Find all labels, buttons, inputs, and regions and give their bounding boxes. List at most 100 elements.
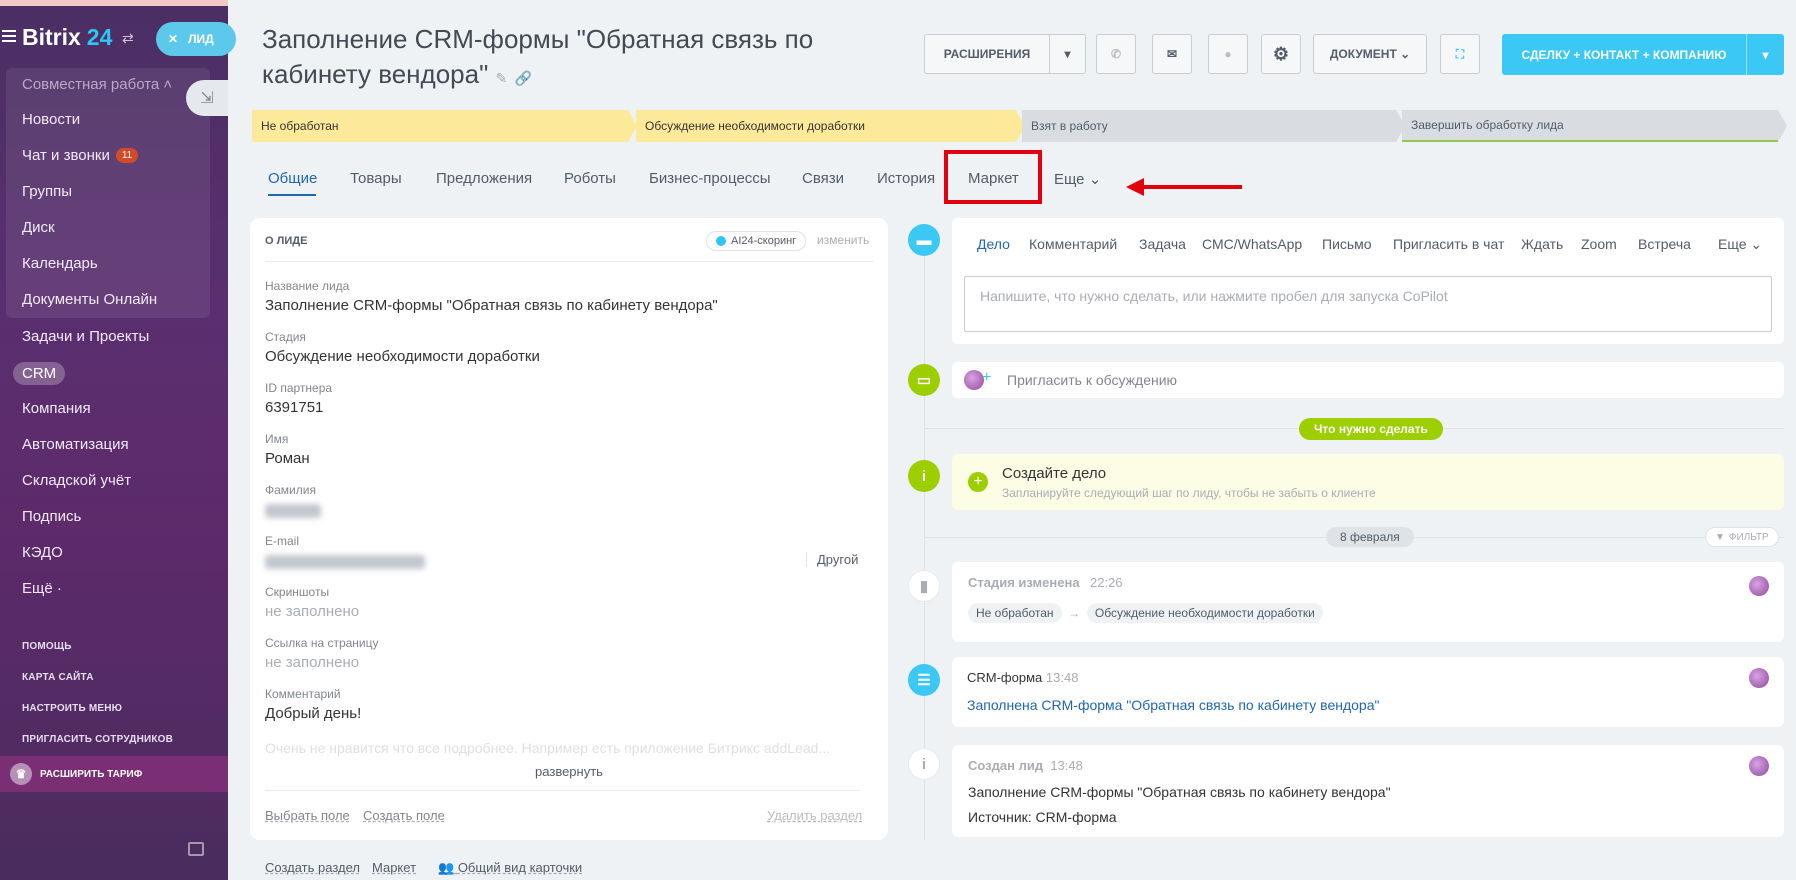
stage-changed-time: 22:26 <box>1090 575 1123 590</box>
editor-tab-sms[interactable]: СМС/WhatsApp <box>1202 236 1302 252</box>
editor-tab-task[interactable]: Дело <box>977 236 1010 252</box>
stage-changed-title: Стадия изменена <box>968 575 1080 590</box>
mail-button[interactable]: ✉ <box>1152 34 1192 74</box>
editor-tab-more[interactable]: Еще ⌄ <box>1718 236 1762 253</box>
sidebar-item-news[interactable]: Новости <box>22 111 80 128</box>
sidebar-item-inventory[interactable]: Складской учёт <box>22 472 131 489</box>
ai-scoring-button[interactable]: AI24-скоринг <box>706 231 807 251</box>
document-button[interactable]: ДОКУМЕНТ ⌄ <box>1313 34 1427 74</box>
upgrade-plan-button[interactable]: ♛ РАСШИРИТЬ ТАРИФ <box>0 756 228 792</box>
editor-tab-comment[interactable]: Комментарий <box>1029 236 1117 252</box>
close-icon: ✕ <box>168 32 179 46</box>
convert-button[interactable]: СДЕЛКУ + КОНТАКТ + КОМПАНИЮ ▾ <box>1502 34 1784 75</box>
sidebar-item-calendar[interactable]: Календарь <box>22 255 98 272</box>
editor-tab-meeting[interactable]: Встреча <box>1638 236 1691 252</box>
field-value[interactable]: Роман <box>265 450 310 467</box>
configure-menu-link[interactable]: НАСТРОИТЬ МЕНЮ <box>22 703 122 714</box>
chat-icon: ● <box>1224 47 1232 61</box>
settings-button[interactable]: ⚙ <box>1261 34 1301 74</box>
card-heading: О ЛИДЕ <box>265 235 308 247</box>
editor-tab-wait[interactable]: Ждать <box>1521 236 1563 252</box>
invite-link[interactable]: Пригласить к обсуждению <box>1007 372 1177 388</box>
sidebar-item-tasks[interactable]: Задачи и Проекты <box>22 328 149 345</box>
stage-in-work[interactable]: Взят в работу <box>1022 110 1405 142</box>
date-separator: 8 февраля <box>1326 527 1414 547</box>
sidebar-item-kedo[interactable]: КЭДО <box>22 544 63 561</box>
editor-tab-invite-chat[interactable]: Пригласить в чат <box>1393 236 1504 252</box>
sidebar-item-company[interactable]: Компания <box>22 400 91 417</box>
create-section-link[interactable]: Создать раздел <box>265 860 360 875</box>
field-value[interactable]: Заполнение CRM-формы "Обратная связь по … <box>265 297 718 314</box>
editor-tab-todo[interactable]: Задача <box>1139 236 1186 252</box>
change-link[interactable]: изменить <box>817 233 869 247</box>
sidebar-item-disk[interactable]: Диск <box>22 219 55 236</box>
sidebar-item-groups[interactable]: Группы <box>22 183 72 200</box>
expand-link[interactable]: развернуть <box>250 764 888 779</box>
sidebar-item-sign[interactable]: Подпись <box>22 508 81 525</box>
collapse-panel-button[interactable]: ⇲ <box>186 80 228 116</box>
lead-close-pill[interactable]: ✕ ЛИД <box>156 22 236 56</box>
chevron-down-icon: ⌄ <box>1088 171 1102 188</box>
help-link[interactable]: ПОМОЩЬ <box>22 641 72 652</box>
field-value[interactable]: Обсуждение необходимости доработки <box>265 348 540 365</box>
sidebar-item-automation[interactable]: Автоматизация <box>22 436 129 453</box>
nav-group-title[interactable]: Совместная работа ˄ <box>22 76 172 93</box>
avatar[interactable] <box>1749 756 1769 776</box>
extensions-button[interactable]: РАСШИРЕНИЯ ▾ <box>924 34 1086 74</box>
create-field-link[interactable]: Создать поле <box>363 808 445 823</box>
tab-general[interactable]: Общие <box>268 170 317 187</box>
phone-button[interactable]: ✆ <box>1096 34 1136 74</box>
tab-offers[interactable]: Предложения <box>436 170 532 187</box>
add-icon[interactable]: + <box>968 472 988 492</box>
chevron-down-icon[interactable]: ▾ <box>1049 35 1085 73</box>
choose-field-link[interactable]: Выбрать поле <box>265 808 350 823</box>
tab-more[interactable]: Еще ⌄ <box>1054 170 1101 188</box>
plus-icon[interactable]: + <box>982 369 991 387</box>
editor-tab-email[interactable]: Письмо <box>1322 236 1372 252</box>
edit-pencil-icon[interactable]: ✎ <box>496 70 508 86</box>
sidebar-item-crm[interactable]: CRM <box>13 362 66 385</box>
extensions-label: РАСШИРЕНИЯ <box>943 47 1031 61</box>
stage-discussion[interactable]: Обсуждение необходимости доработки <box>636 110 1025 142</box>
stage-finish[interactable]: Завершить обработку лида <box>1402 110 1787 142</box>
tab-products[interactable]: Товары <box>350 170 402 187</box>
sidebar-item-docs[interactable]: Документы Онлайн <box>22 291 157 308</box>
field-value[interactable]: не заполнено <box>265 603 359 620</box>
counter-badge: 11 <box>115 148 139 163</box>
field-value[interactable]: Добрый день! <box>265 705 361 722</box>
swap-icon[interactable]: ⇄ <box>122 30 134 47</box>
common-view-link[interactable]: 👥 Общий вид карточки <box>438 860 582 876</box>
filter-label: ФИЛЬТР <box>1728 531 1769 543</box>
filter-button[interactable]: ▼ ФИЛЬТР <box>1705 527 1779 547</box>
invite-employees-link[interactable]: ПРИГЛАСИТЬ СОТРУДНИКОВ <box>22 734 173 745</box>
chevron-down-icon[interactable]: ▾ <box>1746 34 1784 75</box>
scan-button[interactable]: ⛶ <box>1440 34 1480 74</box>
activity-input[interactable]: Напишите, что нужно сделать, или нажмите… <box>964 276 1772 332</box>
sitemap-link[interactable]: КАРТА САЙТА <box>22 672 94 683</box>
create-task-card[interactable]: + Создайте дело Запланируйте следующий ш… <box>952 454 1784 510</box>
delete-section-link[interactable]: Удалить раздел <box>767 808 862 823</box>
tab-history[interactable]: История <box>877 170 935 187</box>
email-type-select[interactable]: Другой <box>806 552 858 567</box>
link-icon[interactable]: 🔗 <box>515 70 532 86</box>
field-value[interactable]: не заполнено <box>265 654 359 671</box>
sidebar-item-more[interactable]: Ещё · <box>22 580 62 597</box>
editor-tab-zoom[interactable]: Zoom <box>1581 236 1617 252</box>
printer-icon[interactable] <box>188 842 204 856</box>
tab-links[interactable]: Связи <box>802 170 844 187</box>
sidebar-item-chat[interactable]: Чат и звонки 11 <box>22 147 139 164</box>
tab-business-processes[interactable]: Бизнес-процессы <box>649 170 771 187</box>
avatar[interactable] <box>1749 576 1769 596</box>
tab-robots[interactable]: Роботы <box>564 170 616 187</box>
arrow-right-icon: → <box>1064 606 1084 620</box>
menu-icon[interactable] <box>2 30 16 42</box>
info-icon: i <box>908 748 940 780</box>
crm-form-link[interactable]: Заполнена CRM-форма "Обратная связь по к… <box>967 697 1379 713</box>
avatar[interactable] <box>1749 668 1769 688</box>
stage-new[interactable]: Не обработан <box>252 110 637 142</box>
logo[interactable]: Bitrix 24 <box>22 24 112 51</box>
create-task-subtitle: Запланируйте следующий шаг по лиду, чтоб… <box>1002 486 1376 500</box>
market-link[interactable]: Маркет <box>372 860 416 875</box>
chat-button[interactable]: ● <box>1208 34 1248 74</box>
field-value[interactable]: 6391751 <box>265 399 323 416</box>
